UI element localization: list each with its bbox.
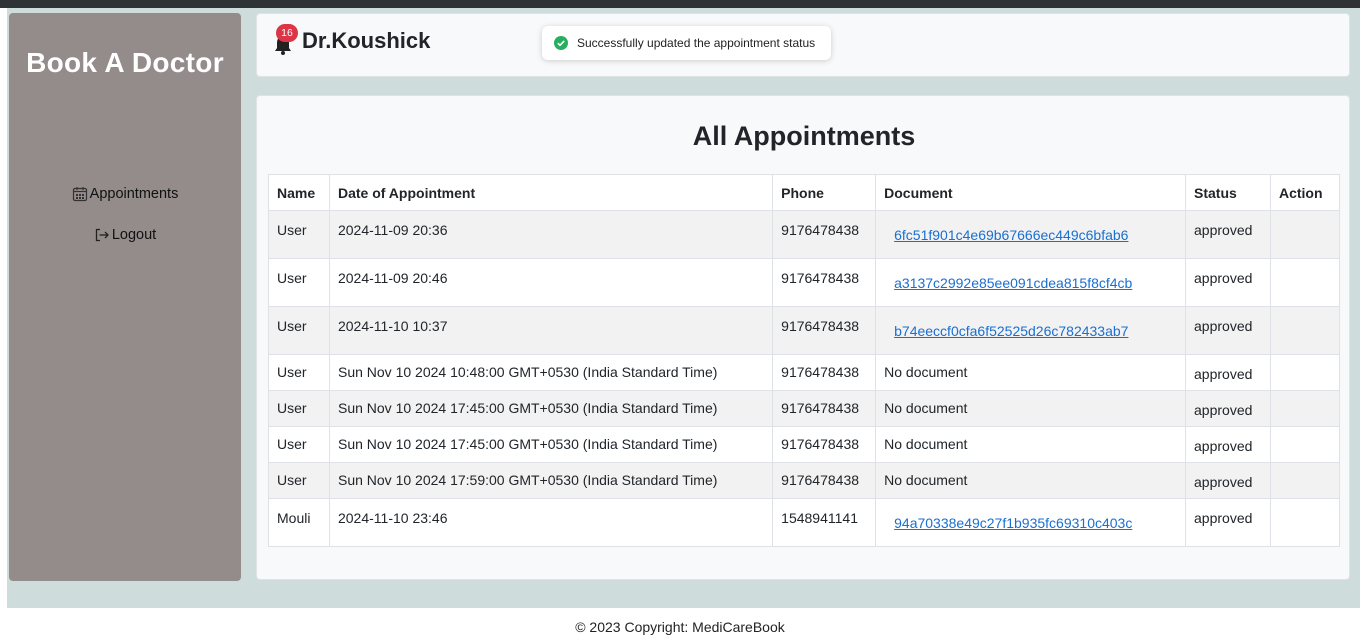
table-row: User Sun Nov 10 2024 17:59:00 GMT+0530 (I… (268, 462, 1341, 499)
cell-action (1269, 354, 1341, 391)
status-badge: approved (1185, 306, 1271, 355)
column-header-name: Name (268, 174, 330, 211)
sidebar-item-logout[interactable]: Logout (9, 227, 241, 243)
status-badge: approved (1185, 258, 1271, 307)
cell-date: Sun Nov 10 2024 10:48:00 GMT+0530 (India… (328, 354, 774, 391)
document-link[interactable]: 94a70338e49c27f1b935fc69310c403c (894, 515, 1132, 531)
cell-phone: 1548941141 (772, 498, 877, 547)
cell-date: 2024-11-09 20:36 (328, 210, 774, 259)
table-row: User Sun Nov 10 2024 10:48:00 GMT+0530 (I… (268, 354, 1341, 391)
status-badge: approved (1185, 390, 1271, 427)
cell-name: User (268, 210, 330, 259)
cell-document: No document (875, 426, 1187, 463)
document-link[interactable]: 6fc51f901c4e69b67666ec449c6bfab6 (894, 227, 1128, 243)
cell-document: No document (875, 354, 1187, 391)
cell-document: a3137c2992e85ee091cdea815f8cf4cb (875, 258, 1187, 307)
column-header-date: Date of Appointment (328, 174, 774, 211)
cell-phone: 9176478438 (772, 258, 877, 307)
cell-name: Mouli (268, 498, 330, 547)
cell-document: 6fc51f901c4e69b67666ec449c6bfab6 (875, 210, 1187, 259)
top-bar (0, 0, 1360, 8)
cell-name: User (268, 354, 330, 391)
cell-action (1269, 258, 1341, 307)
cell-action (1269, 426, 1341, 463)
cell-document: No document (875, 390, 1187, 427)
table-row: Mouli 2024-11-10 23:46 1548941141 94a70338e… (268, 498, 1341, 547)
cell-date: Sun Nov 10 2024 17:59:00 GMT+0530 (India… (328, 462, 774, 499)
document-link[interactable]: a3137c2992e85ee091cdea815f8cf4cb (894, 275, 1132, 291)
sidebar: Book A Doctor Appointments Logout (9, 13, 241, 581)
column-header-status: Status (1185, 174, 1271, 211)
status-badge: approved (1185, 498, 1271, 547)
appointments-table: Name Date of Appointment Phone Document … (268, 174, 1341, 547)
toast-message: Successfully updated the appointment sta… (577, 36, 816, 50)
cell-date: Sun Nov 10 2024 17:45:00 GMT+0530 (India… (328, 390, 774, 427)
cell-name: User (268, 426, 330, 463)
cell-phone: 9176478438 (772, 390, 877, 427)
cell-name: User (268, 306, 330, 355)
cell-phone: 9176478438 (772, 210, 877, 259)
footer-copyright: © 2023 Copyright: MediCareBook (575, 619, 785, 635)
calendar-icon (72, 186, 88, 202)
cell-action (1269, 306, 1341, 355)
status-badge: approved (1185, 210, 1271, 259)
notification-badge: 16 (276, 24, 298, 42)
sidebar-item-label: Appointments (89, 186, 179, 202)
cell-document: b74eeccf0cfa6f52525d26c782433ab7 (875, 306, 1187, 355)
success-toast: Successfully updated the appointment sta… (542, 26, 831, 60)
table-row: User 2024-11-09 20:46 9176478438 a3137c2992… (268, 258, 1341, 307)
column-header-document: Document (875, 174, 1187, 211)
column-header-phone: Phone (772, 174, 877, 211)
cell-date: 2024-11-09 20:46 (328, 258, 774, 307)
cell-action (1269, 390, 1341, 427)
column-header-action: Action (1269, 174, 1341, 211)
cell-name: User (268, 258, 330, 307)
cell-document: No document (875, 462, 1187, 499)
table-row: User Sun Nov 10 2024 17:45:00 GMT+0530 (I… (268, 390, 1341, 427)
table-row: User Sun Nov 10 2024 17:45:00 GMT+0530 (I… (268, 426, 1341, 463)
cell-date: Sun Nov 10 2024 17:45:00 GMT+0530 (India… (328, 426, 774, 463)
sidebar-item-appointments[interactable]: Appointments (9, 186, 241, 202)
status-badge: approved (1185, 354, 1271, 391)
logout-icon (94, 227, 110, 243)
check-circle-icon (554, 36, 568, 50)
cell-name: User (268, 462, 330, 499)
cell-phone: 9176478438 (772, 354, 877, 391)
table-header-row: Name Date of Appointment Phone Document … (268, 174, 1341, 211)
cell-action (1269, 210, 1341, 259)
brand-title: Book A Doctor (26, 47, 224, 78)
cell-phone: 9176478438 (772, 306, 877, 355)
cell-date: 2024-11-10 23:46 (328, 498, 774, 547)
sidebar-item-label: Logout (111, 227, 157, 243)
doctor-name: Dr.Koushick (302, 28, 431, 53)
status-badge: approved (1185, 426, 1271, 463)
page-title: All Appointments (692, 121, 916, 151)
cell-date: 2024-11-10 10:37 (328, 306, 774, 355)
document-link[interactable]: b74eeccf0cfa6f52525d26c782433ab7 (894, 323, 1128, 339)
cell-action (1269, 462, 1341, 499)
cell-phone: 9176478438 (772, 462, 877, 499)
cell-action (1269, 498, 1341, 547)
cell-name: User (268, 390, 330, 427)
appointments-card: All Appointments Name Date of Appointmen… (256, 95, 1350, 580)
table-row: User 2024-11-09 20:36 9176478438 6fc51f901c… (268, 210, 1341, 259)
status-badge: approved (1185, 462, 1271, 499)
table-row: User 2024-11-10 10:37 9176478438 b74eeccf0c… (268, 306, 1341, 355)
cell-phone: 9176478438 (772, 426, 877, 463)
cell-document: 94a70338e49c27f1b935fc69310c403c (875, 498, 1187, 547)
